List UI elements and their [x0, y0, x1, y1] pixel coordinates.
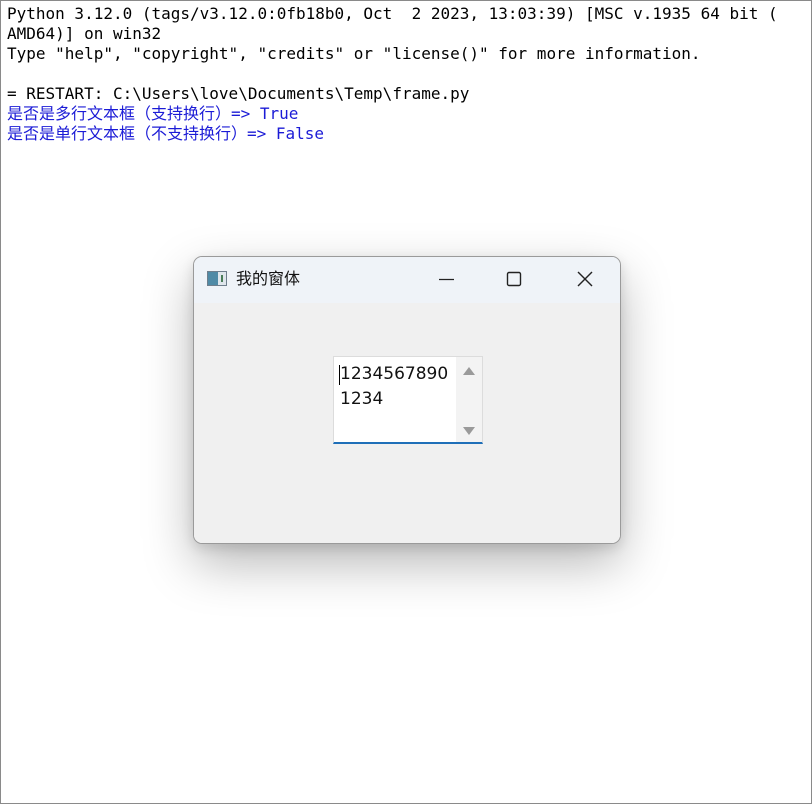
text-caret — [339, 365, 340, 385]
arrow-down-icon[interactable] — [463, 427, 475, 435]
close-button[interactable] — [550, 257, 620, 301]
minimize-icon — [439, 278, 454, 281]
maximize-button[interactable] — [480, 257, 550, 301]
minimize-button[interactable] — [412, 257, 482, 301]
arrow-up-icon[interactable] — [463, 367, 475, 375]
window-client-area: 1234567890 1234 — [194, 303, 620, 543]
shell-banner-line: Type "help", "copyright", "credits" or "… — [7, 44, 701, 63]
app-window-icon — [207, 271, 227, 286]
maximize-icon — [506, 271, 522, 287]
text-line: 1234 — [340, 389, 384, 409]
text-box-content[interactable]: 1234567890 1234 — [340, 362, 456, 412]
shell-restart-line: = RESTART: C:\Users\love\Documents\Temp\… — [7, 84, 470, 103]
shell-output-line: 是否是单行文本框（不支持换行）=> False — [7, 124, 325, 143]
multiline-text-box[interactable]: 1234567890 1234 — [333, 356, 483, 444]
window-title: 我的窗体 — [236, 269, 301, 288]
close-icon — [577, 271, 593, 287]
vertical-scrollbar[interactable] — [456, 357, 482, 442]
shell-banner-line: AMD64)] on win32 — [7, 24, 162, 43]
shell-banner-line: Python 3.12.0 (tags/v3.12.0:0fb18b0, Oct… — [7, 4, 778, 23]
text-line: 1234567890 — [340, 364, 449, 384]
shell-output-line: 是否是多行文本框（支持换行）=> True — [7, 104, 299, 123]
app-window: 我的窗体 1234567890 1234 — [193, 256, 621, 544]
title-bar[interactable]: 我的窗体 — [194, 257, 620, 303]
